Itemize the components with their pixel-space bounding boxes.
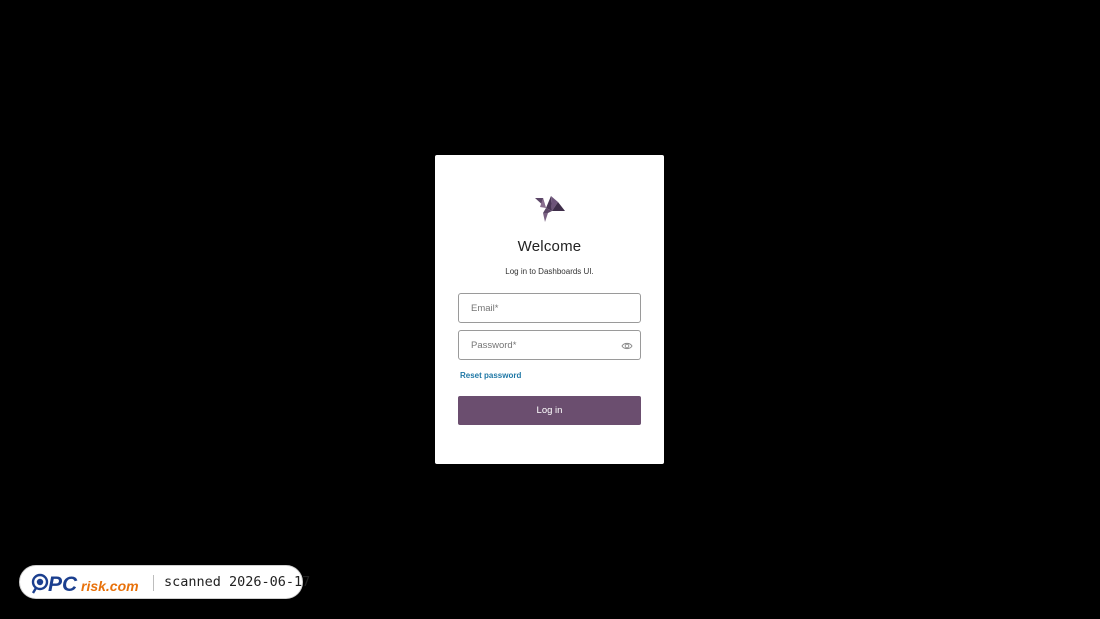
- login-card: Welcome Log in to Dashboards UI. Email* …: [435, 155, 664, 464]
- email-field[interactable]: Email*: [458, 293, 641, 323]
- eye-icon[interactable]: [621, 340, 633, 352]
- login-button[interactable]: Log in: [458, 396, 641, 425]
- pcrisk-logo-icon: PC risk.com: [31, 573, 139, 595]
- watermark-divider: [153, 575, 154, 591]
- pcrisk-watermark: PC risk.com scanned 2026-06-17: [19, 565, 310, 599]
- dashboards-logo-icon: [535, 196, 565, 222]
- scan-date-label: scanned 2026-06-17: [164, 574, 311, 590]
- welcome-title: Welcome: [517, 238, 582, 255]
- password-field-label: Password*: [471, 340, 517, 351]
- login-page: Welcome Log in to Dashboards UI. Email* …: [0, 0, 1100, 619]
- password-field[interactable]: Password*: [458, 330, 641, 360]
- pcrisk-prefix: PC: [48, 573, 78, 595]
- pcrisk-suffix: risk.com: [81, 578, 139, 594]
- email-field-label: Email*: [471, 303, 499, 314]
- reset-password-link[interactable]: Reset password: [460, 371, 521, 380]
- login-subtitle: Log in to Dashboards UI.: [505, 267, 594, 276]
